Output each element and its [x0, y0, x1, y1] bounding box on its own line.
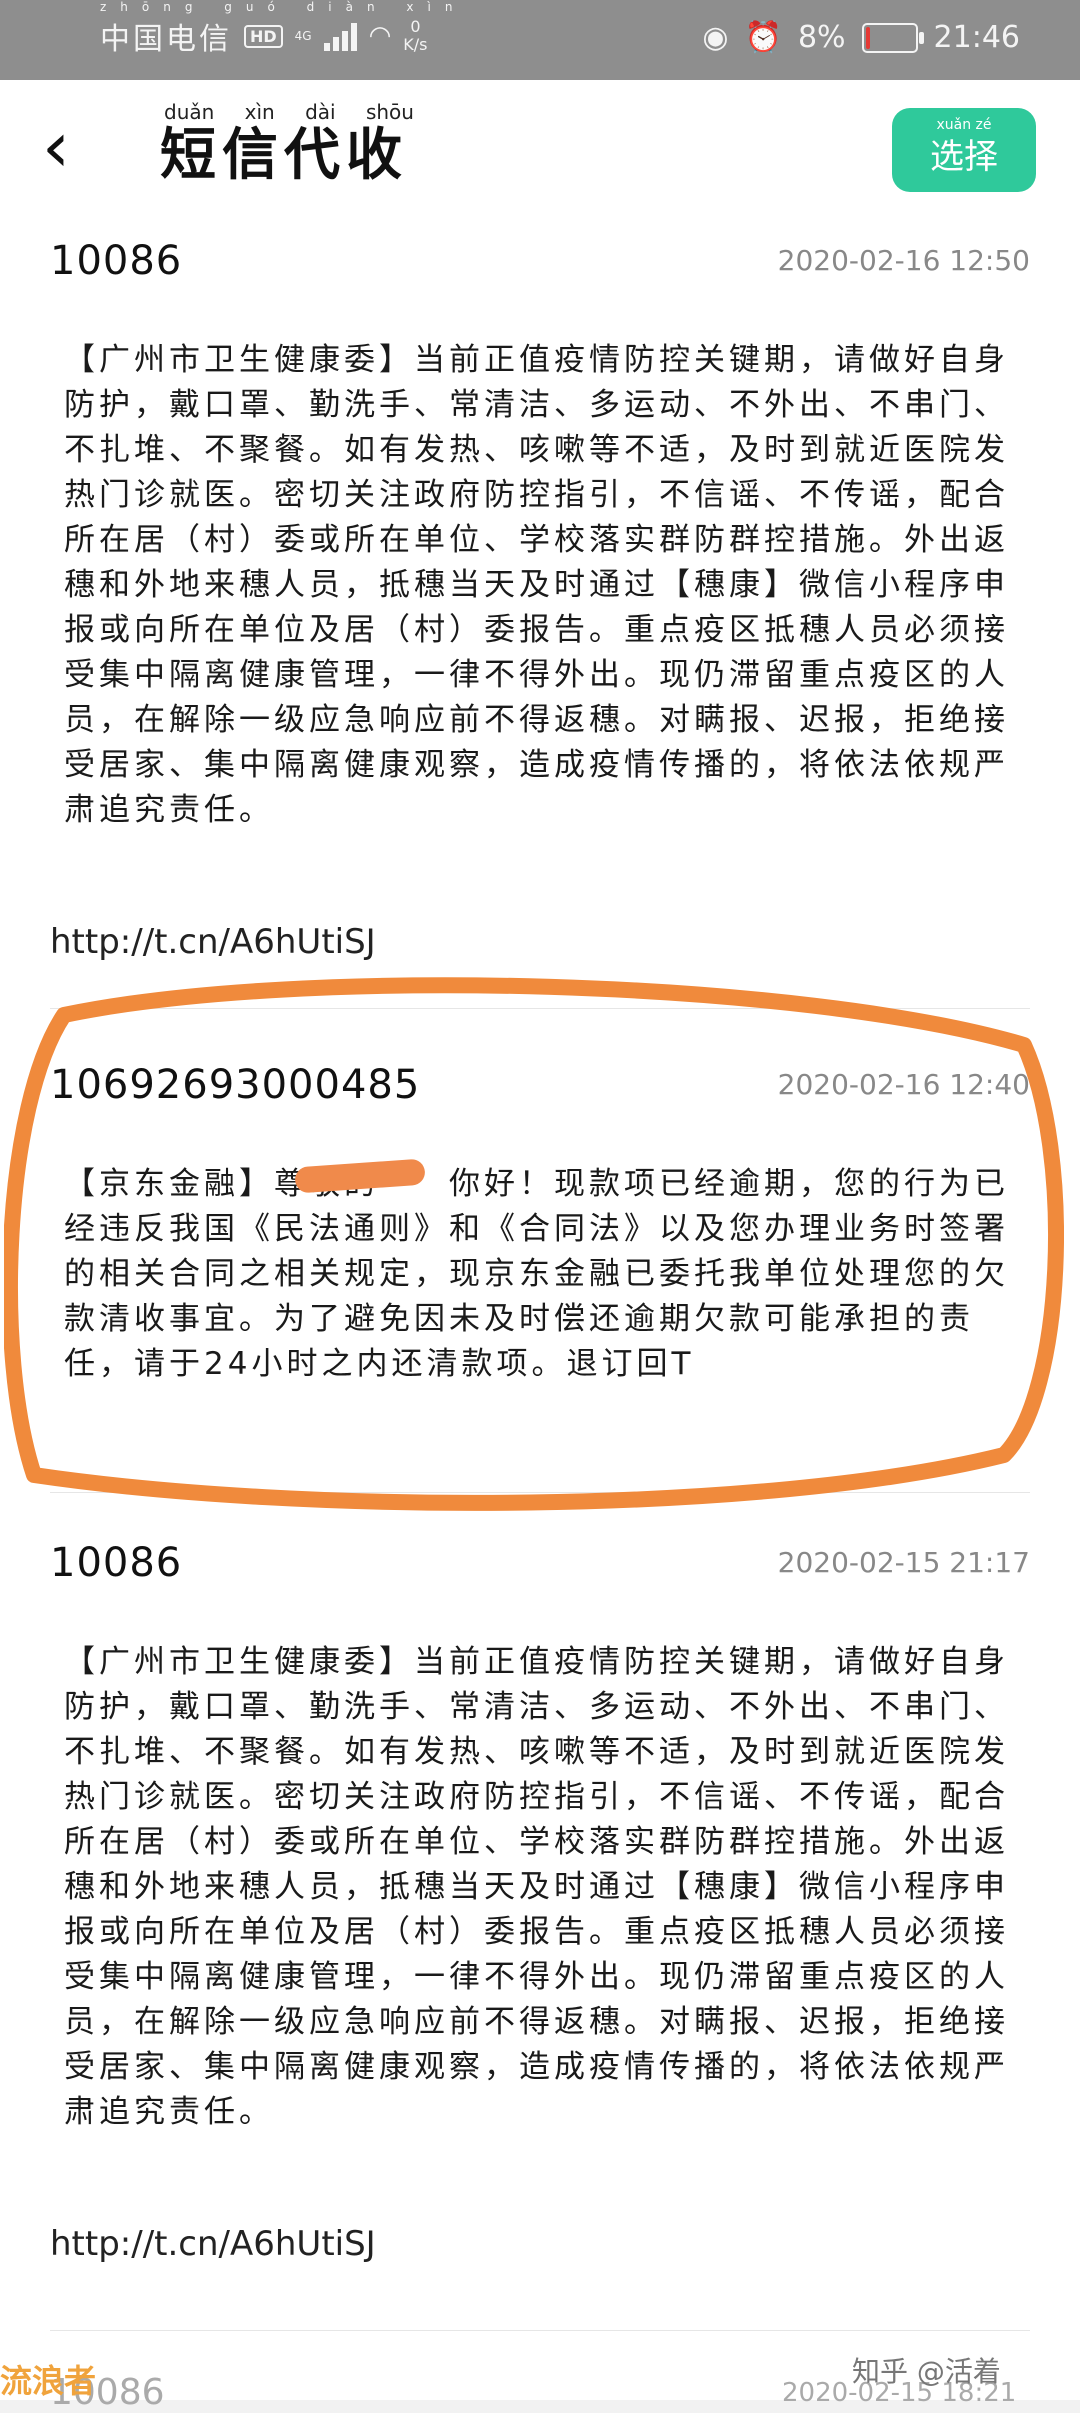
message-body: 【广州市卫生健康委】当前正值疫情防控关键期，请做好自身防护，戴口罩、勤洗手、常清…	[64, 1644, 1009, 2130]
highlight-oval	[4, 977, 1064, 1511]
battery-level	[865, 26, 870, 49]
battery-icon	[861, 22, 924, 53]
message-date: 2020-02-16 12:50	[777, 244, 1030, 277]
status-left: zhōng guó diàn xìn 中国电信 HD 4G ◠ 0 K/s	[100, 0, 452, 58]
clock: 21:46	[933, 20, 1020, 55]
alarm-icon: ⏰	[744, 20, 782, 55]
message-sender: 10086	[50, 1540, 183, 1586]
carrier-name: 中国电信	[100, 22, 232, 57]
message-sender: 10086	[50, 238, 183, 284]
net-speed: 0 K/s	[403, 18, 427, 54]
wifi-icon: ◠	[368, 21, 392, 51]
message-item[interactable]: 10086 2020-02-16 12:50 【广州市卫生健康委】当前正值疫情防…	[50, 238, 1030, 978]
carrier: zhōng guó diàn xìn 中国电信	[100, 0, 452, 58]
status-bar: zhōng guó diàn xìn 中国电信 HD 4G ◠ 0 K/s ◉ …	[0, 0, 1080, 80]
app-header: ‹ duǎn xìn dài shōu 短信代收 xuǎn zé 选择	[0, 80, 1080, 221]
watermark-right: 知乎 @活着	[852, 2355, 1001, 2388]
page-title-wrap: duǎn xìn dài shōu 短信代收	[160, 100, 414, 191]
net-speed-unit: K/s	[403, 35, 428, 54]
message-link[interactable]: http://t.cn/A6hUtiSJ	[50, 922, 376, 962]
select-button[interactable]: xuǎn zé 选择	[892, 108, 1036, 192]
select-button-label: 选择	[930, 137, 998, 177]
signal-icon	[323, 21, 357, 51]
page-title-pinyin: duǎn xìn dài shōu	[164, 100, 414, 124]
hd-badge: HD	[244, 24, 283, 48]
battery-percent: 8%	[797, 20, 846, 55]
net-speed-value: 0	[410, 17, 421, 36]
network-type: 4G	[294, 29, 312, 43]
back-arrow-icon[interactable]: ‹	[42, 112, 70, 182]
select-button-pinyin: xuǎn zé	[936, 117, 992, 133]
message-link[interactable]: http://t.cn/A6hUtiSJ	[50, 2224, 376, 2264]
eye-icon: ◉	[702, 20, 729, 55]
message-date: 2020-02-15 21:17	[777, 1546, 1030, 1579]
watermark-left: 流浪者	[0, 2362, 97, 2400]
carrier-pinyin: zhōng guó diàn xìn	[100, 0, 467, 14]
message-item[interactable]: 10086 2020-02-15 21:17 【广州市卫生健康委】当前正值疫情防…	[50, 1540, 1030, 2280]
status-right: ◉ ⏰ 8% 21:46	[702, 20, 1020, 55]
divider	[50, 2330, 1030, 2331]
message-body: 【广州市卫生健康委】当前正值疫情防控关键期，请做好自身防护，戴口罩、勤洗手、常清…	[64, 342, 1009, 828]
